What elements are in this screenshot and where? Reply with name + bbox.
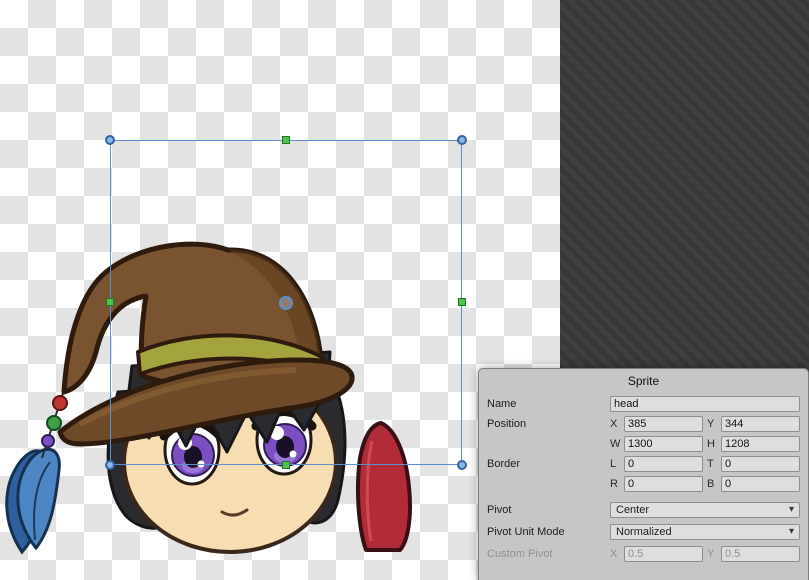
border-r-input[interactable] — [628, 478, 699, 490]
border-l-prefix: L — [610, 458, 621, 470]
position-w-field[interactable] — [624, 436, 703, 452]
pivot-dropdown-value: Center — [616, 504, 649, 516]
selection-handle-bottom-right[interactable] — [457, 460, 467, 470]
name-row: Name — [487, 396, 800, 412]
border-label: Border — [487, 458, 610, 470]
position-w-prefix: W — [610, 438, 621, 450]
name-input[interactable] — [614, 398, 796, 410]
pivot-label: Pivot — [487, 504, 610, 516]
pivot-dropdown[interactable]: Center ▾ — [610, 502, 800, 518]
custom-pivot-label: Custom Pivot — [487, 548, 610, 560]
position-y-field[interactable] — [721, 416, 800, 432]
border-r-prefix: R — [610, 478, 621, 490]
selection-handle-bottom-left[interactable] — [105, 460, 115, 470]
border-row-lt: Border L T — [487, 456, 800, 472]
border-l-field[interactable] — [624, 456, 703, 472]
custom-pivot-x-prefix: X — [610, 548, 621, 560]
border-b-prefix: B — [707, 478, 718, 490]
sprite-inspector-panel: Sprite Name Position X — [478, 368, 809, 580]
border-t-input[interactable] — [725, 458, 796, 470]
selection-handle-top-mid[interactable] — [282, 136, 290, 144]
selection-handle-top-right[interactable] — [457, 135, 467, 145]
selection-handle-top-left[interactable] — [105, 135, 115, 145]
pivot-unit-mode-label: Pivot Unit Mode — [487, 526, 610, 538]
position-y-input[interactable] — [725, 418, 796, 430]
border-row-rb: R B — [487, 476, 800, 492]
chevron-down-icon: ▾ — [789, 527, 794, 537]
pivot-unit-mode-row: Pivot Unit Mode Normalized ▾ — [487, 524, 800, 540]
sprite-pivot-handle[interactable] — [279, 296, 293, 310]
position-h-prefix: H — [707, 438, 718, 450]
custom-pivot-y-input — [725, 548, 796, 560]
position-row-wh: W H — [487, 436, 800, 452]
selection-handle-right-mid[interactable] — [458, 298, 466, 306]
position-row-xy: Position X Y — [487, 416, 800, 432]
position-h-field[interactable] — [721, 436, 800, 452]
name-field[interactable] — [610, 396, 800, 412]
position-x-input[interactable] — [628, 418, 699, 430]
position-w-input[interactable] — [628, 438, 699, 450]
chevron-down-icon: ▾ — [789, 505, 794, 515]
name-label: Name — [487, 398, 610, 410]
border-b-field[interactable] — [721, 476, 800, 492]
selection-handle-left-mid[interactable] — [106, 298, 114, 306]
pivot-unit-mode-value: Normalized — [616, 526, 672, 538]
pivot-unit-mode-dropdown[interactable]: Normalized ▾ — [610, 524, 800, 540]
pivot-row: Pivot Center ▾ — [487, 502, 800, 518]
custom-pivot-x-input — [628, 548, 699, 560]
border-l-input[interactable] — [628, 458, 699, 470]
border-t-prefix: T — [707, 458, 718, 470]
custom-pivot-x-field — [624, 546, 703, 562]
position-x-prefix: X — [610, 418, 621, 430]
custom-pivot-row: Custom Pivot X Y — [487, 546, 800, 562]
unity-sprite-editor: Sprite Name Position X — [0, 0, 809, 580]
custom-pivot-y-prefix: Y — [707, 548, 718, 560]
border-b-input[interactable] — [725, 478, 796, 490]
panel-title: Sprite — [479, 369, 808, 392]
position-h-input[interactable] — [725, 438, 796, 450]
position-label: Position — [487, 418, 610, 430]
position-x-field[interactable] — [624, 416, 703, 432]
border-r-field[interactable] — [624, 476, 703, 492]
custom-pivot-y-field — [721, 546, 800, 562]
border-t-field[interactable] — [721, 456, 800, 472]
position-y-prefix: Y — [707, 418, 718, 430]
selection-handle-bottom-mid[interactable] — [282, 461, 290, 469]
